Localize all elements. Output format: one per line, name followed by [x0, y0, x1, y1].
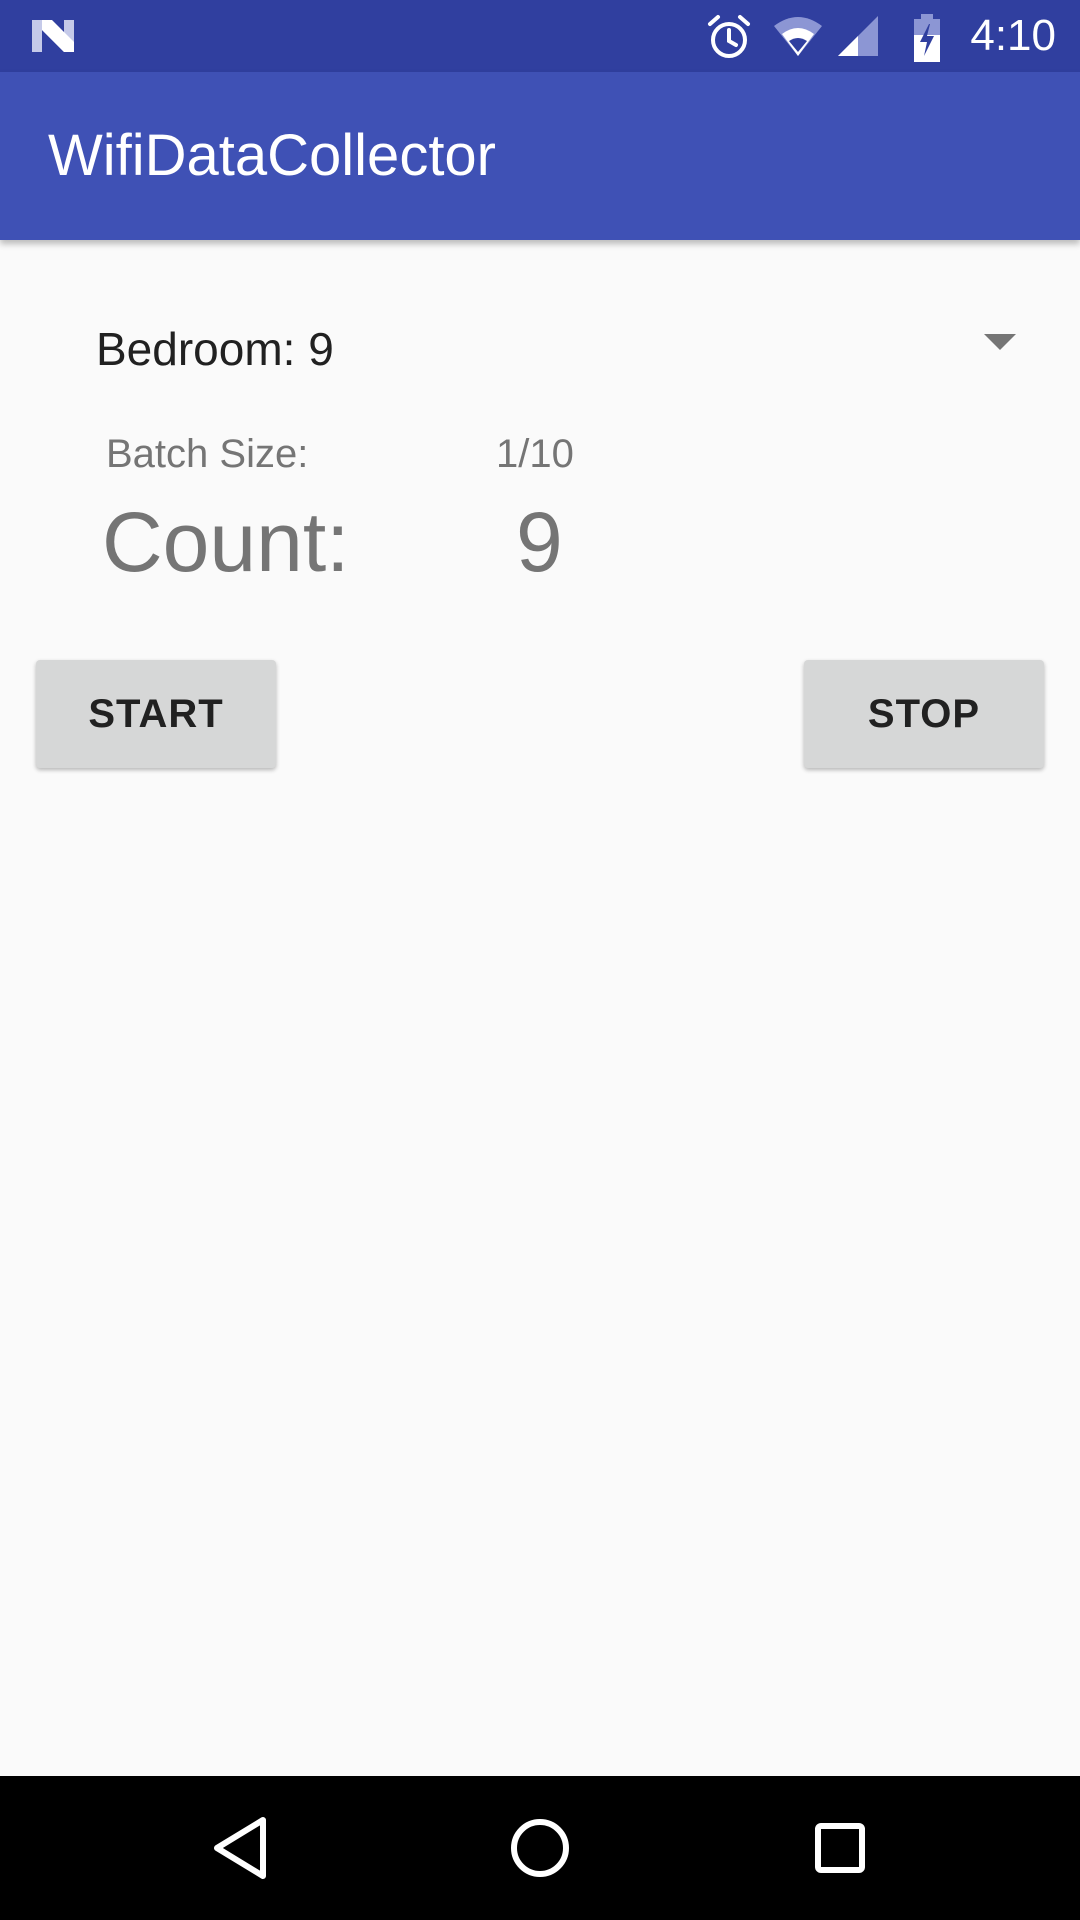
alarm-icon: [708, 15, 750, 58]
room-spinner[interactable]: Bedroom: 9: [72, 300, 1032, 396]
room-spinner-value: Bedroom: 9: [96, 323, 334, 375]
batch-size-value: 1/10: [496, 432, 574, 476]
wifi-icon: [774, 17, 822, 56]
batch-size-label: Batch Size:: [106, 432, 309, 476]
app-bar: WifiDataCollector: [0, 72, 1080, 240]
n-logo-icon: [32, 20, 74, 52]
home-icon[interactable]: [504, 1812, 576, 1884]
start-button[interactable]: START: [36, 660, 276, 768]
recents-icon[interactable]: [804, 1812, 876, 1884]
signal-icon: [838, 16, 878, 56]
dropdown-arrow-icon: [984, 334, 1016, 350]
battery-charging-icon: [914, 14, 940, 62]
count-value: 9: [516, 495, 563, 589]
status-clock: 4:10: [970, 11, 1056, 60]
status-bar: 4:10: [0, 0, 1080, 72]
navigation-bar: [0, 1776, 1080, 1920]
back-icon[interactable]: [205, 1812, 277, 1884]
stop-button[interactable]: STOP: [804, 660, 1044, 768]
app-title: WifiDataCollector: [48, 123, 496, 188]
count-label: Count:: [102, 495, 350, 589]
